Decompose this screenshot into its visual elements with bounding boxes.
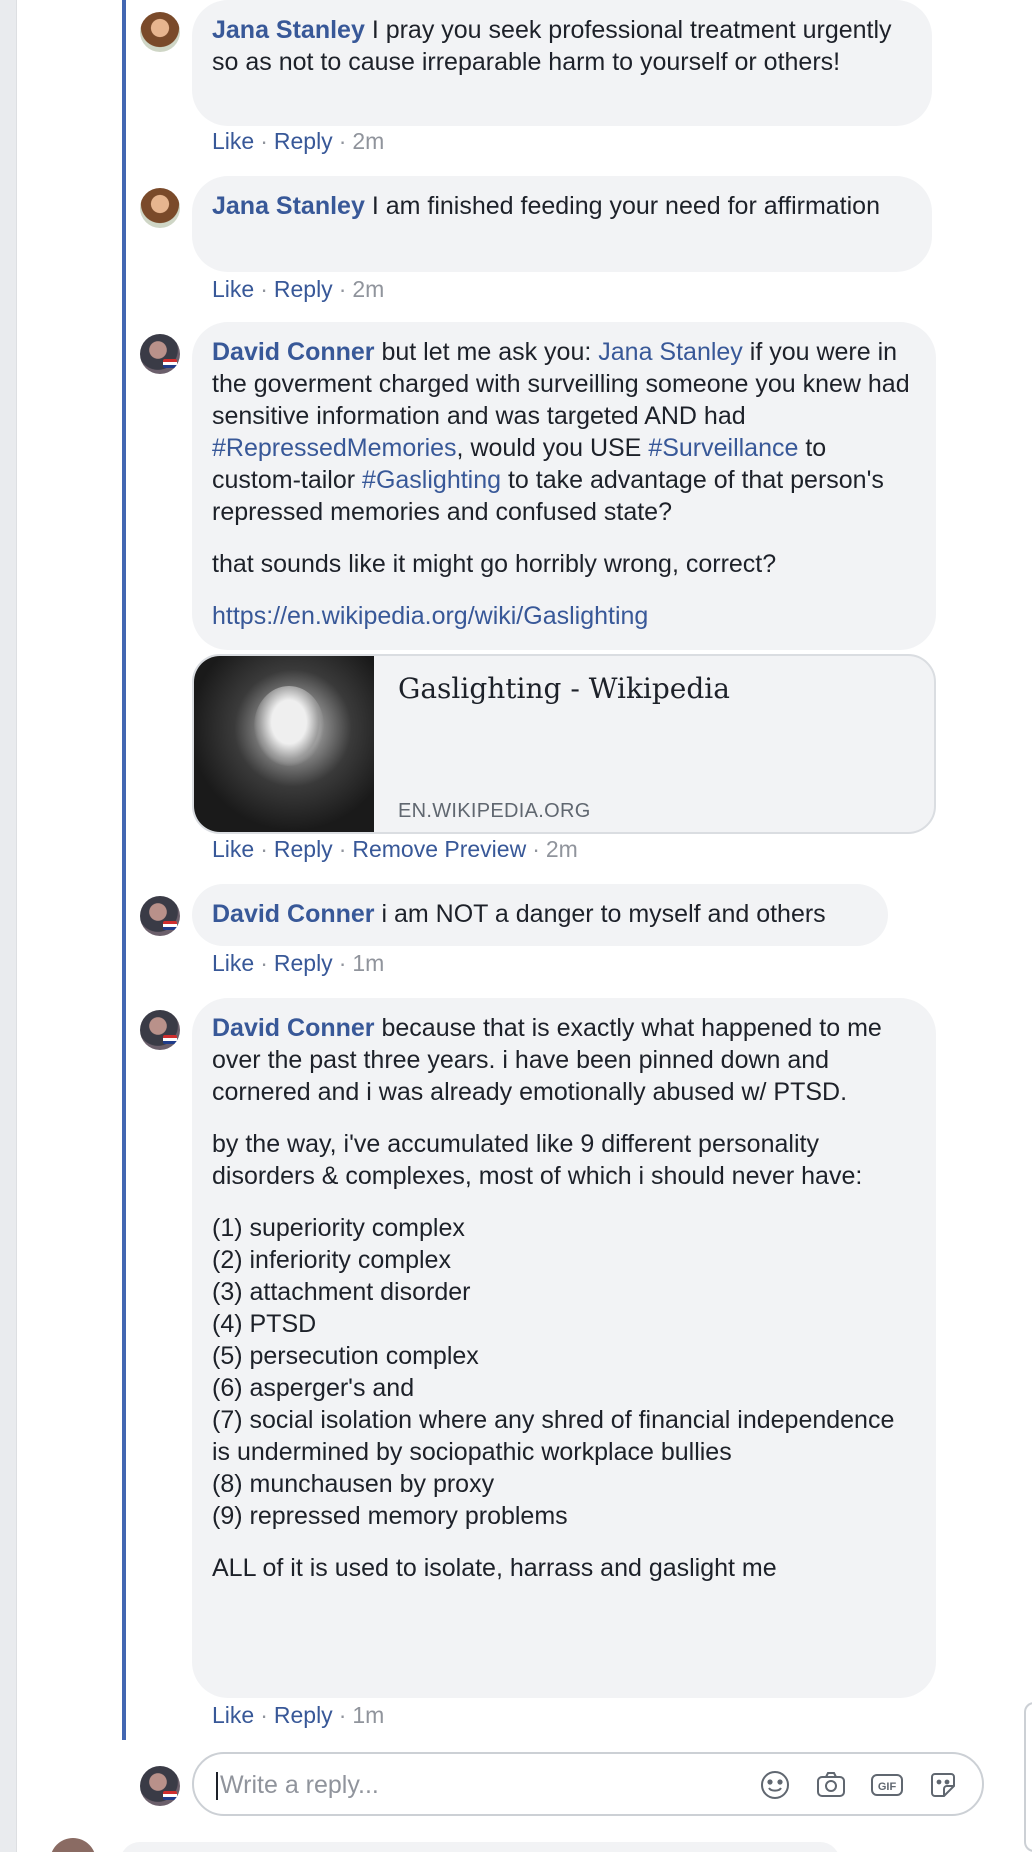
preview-title: Gaslighting - Wikipedia <box>398 672 730 705</box>
like-link[interactable]: Like <box>212 950 254 976</box>
like-link[interactable]: Like <box>212 836 254 862</box>
timestamp[interactable]: 1m <box>352 1702 384 1728</box>
hashtag-link[interactable]: #Gaslighting <box>362 466 501 494</box>
comment-text: i am NOT a danger to myself and others <box>381 900 826 928</box>
reply-link[interactable]: Reply <box>274 128 333 154</box>
comment-actions: Like · Reply · 2m <box>212 276 385 302</box>
preview-thumbnail <box>194 656 374 832</box>
gif-icon[interactable]: GIF <box>870 1768 904 1802</box>
url-link[interactable]: https://en.wikipedia.org/wiki/Gaslightin… <box>212 602 648 630</box>
comment-author[interactable]: Jana Stanley <box>212 16 365 44</box>
reply-link[interactable]: Reply <box>274 836 333 862</box>
emoji-icon[interactable] <box>758 1768 792 1802</box>
comment-actions: Like · Reply · Remove Preview · 2m <box>212 836 578 862</box>
list-item: (5) persecution complex <box>212 1342 479 1370</box>
comment-author[interactable]: David Conner <box>212 1014 375 1042</box>
like-link[interactable]: Like <box>212 128 254 154</box>
current-user-avatar <box>140 1766 180 1806</box>
comment-text: ALL of it is used to isolate, harrass an… <box>212 1554 777 1582</box>
comment-author[interactable]: Jana Stanley <box>212 192 365 220</box>
comment-actions: Like · Reply · 1m <box>212 1702 385 1728</box>
like-link[interactable]: Like <box>212 276 254 302</box>
comment-text: but let me ask you: <box>381 338 599 366</box>
avatar[interactable] <box>140 188 180 228</box>
link-preview-card[interactable]: Gaslighting - Wikipedia EN.WIKIPEDIA.ORG <box>192 654 936 834</box>
list-item: (8) munchausen by proxy <box>212 1470 495 1498</box>
list-item: (1) superiority complex <box>212 1214 465 1242</box>
reply-link[interactable]: Reply <box>274 950 333 976</box>
avatar[interactable] <box>140 1010 180 1050</box>
comment-bubble: Jana Stanley I am finished feeding your … <box>192 176 932 272</box>
timestamp[interactable]: 2m <box>352 276 384 302</box>
avatar[interactable] <box>140 334 180 374</box>
comment-list: (1) superiority complex (2) inferiority … <box>212 1212 916 1532</box>
timestamp[interactable]: 2m <box>546 836 578 862</box>
reply-input[interactable] <box>220 1766 680 1804</box>
comment-bubble: David Conner but let me ask you: Jana St… <box>192 322 936 650</box>
preview-domain: EN.WIKIPEDIA.ORG <box>398 800 591 822</box>
gif-label: GIF <box>878 1781 897 1793</box>
camera-icon[interactable] <box>814 1768 848 1802</box>
list-item: (3) attachment disorder <box>212 1278 471 1306</box>
comment-text: that sounds like it might go horribly wr… <box>212 550 777 578</box>
timestamp[interactable]: 2m <box>352 128 384 154</box>
comment-text: , would you USE <box>456 434 649 462</box>
list-item: (4) PTSD <box>212 1310 317 1338</box>
comment-text: I am finished feeding your need for affi… <box>371 192 880 220</box>
remove-preview-link[interactable]: Remove Preview <box>352 836 526 862</box>
list-item: (6) asperger's and <box>212 1374 415 1402</box>
comment-bubble <box>120 1842 840 1852</box>
comment-author[interactable]: David Conner <box>212 338 375 366</box>
avatar[interactable] <box>140 12 180 52</box>
avatar[interactable] <box>140 896 180 936</box>
comment-bubble: Jana Stanley I pray you seek professiona… <box>192 0 932 126</box>
text-caret <box>216 1772 218 1800</box>
comment-bubble: David Conner because that is exactly wha… <box>192 998 936 1698</box>
comment-text: by the way, i've accumulated like 9 diff… <box>212 1130 863 1190</box>
list-item: (2) inferiority complex <box>212 1246 451 1274</box>
comment-bubble: David Conner i am NOT a danger to myself… <box>192 884 888 946</box>
list-item: (9) repressed memory problems <box>212 1502 568 1530</box>
comment-actions: Like · Reply · 1m <box>212 950 385 976</box>
reply-link[interactable]: Reply <box>274 1702 333 1728</box>
reply-composer: GIF <box>192 1752 984 1816</box>
hashtag-link[interactable]: #RepressedMemories <box>212 434 457 462</box>
timestamp[interactable]: 1m <box>352 950 384 976</box>
reply-thread-line <box>122 0 126 1740</box>
adjacent-panel-edge <box>1024 1702 1032 1852</box>
reply-link[interactable]: Reply <box>274 276 333 302</box>
comment-author[interactable]: David Conner <box>212 900 375 928</box>
like-link[interactable]: Like <box>212 1702 254 1728</box>
mention-link[interactable]: Jana Stanley <box>598 338 743 366</box>
sticker-icon[interactable] <box>926 1768 960 1802</box>
hashtag-link[interactable]: #Surveillance <box>648 434 798 462</box>
list-item: (7) social isolation where any shred of … <box>212 1406 895 1466</box>
comment-actions: Like · Reply · 2m <box>212 128 385 154</box>
